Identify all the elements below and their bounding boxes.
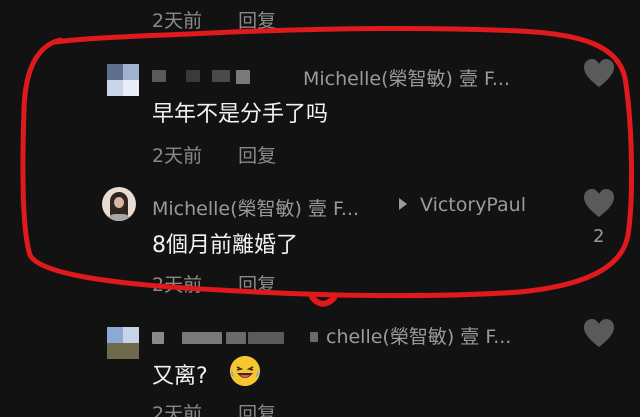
red-circle-annotation (20, 26, 635, 307)
